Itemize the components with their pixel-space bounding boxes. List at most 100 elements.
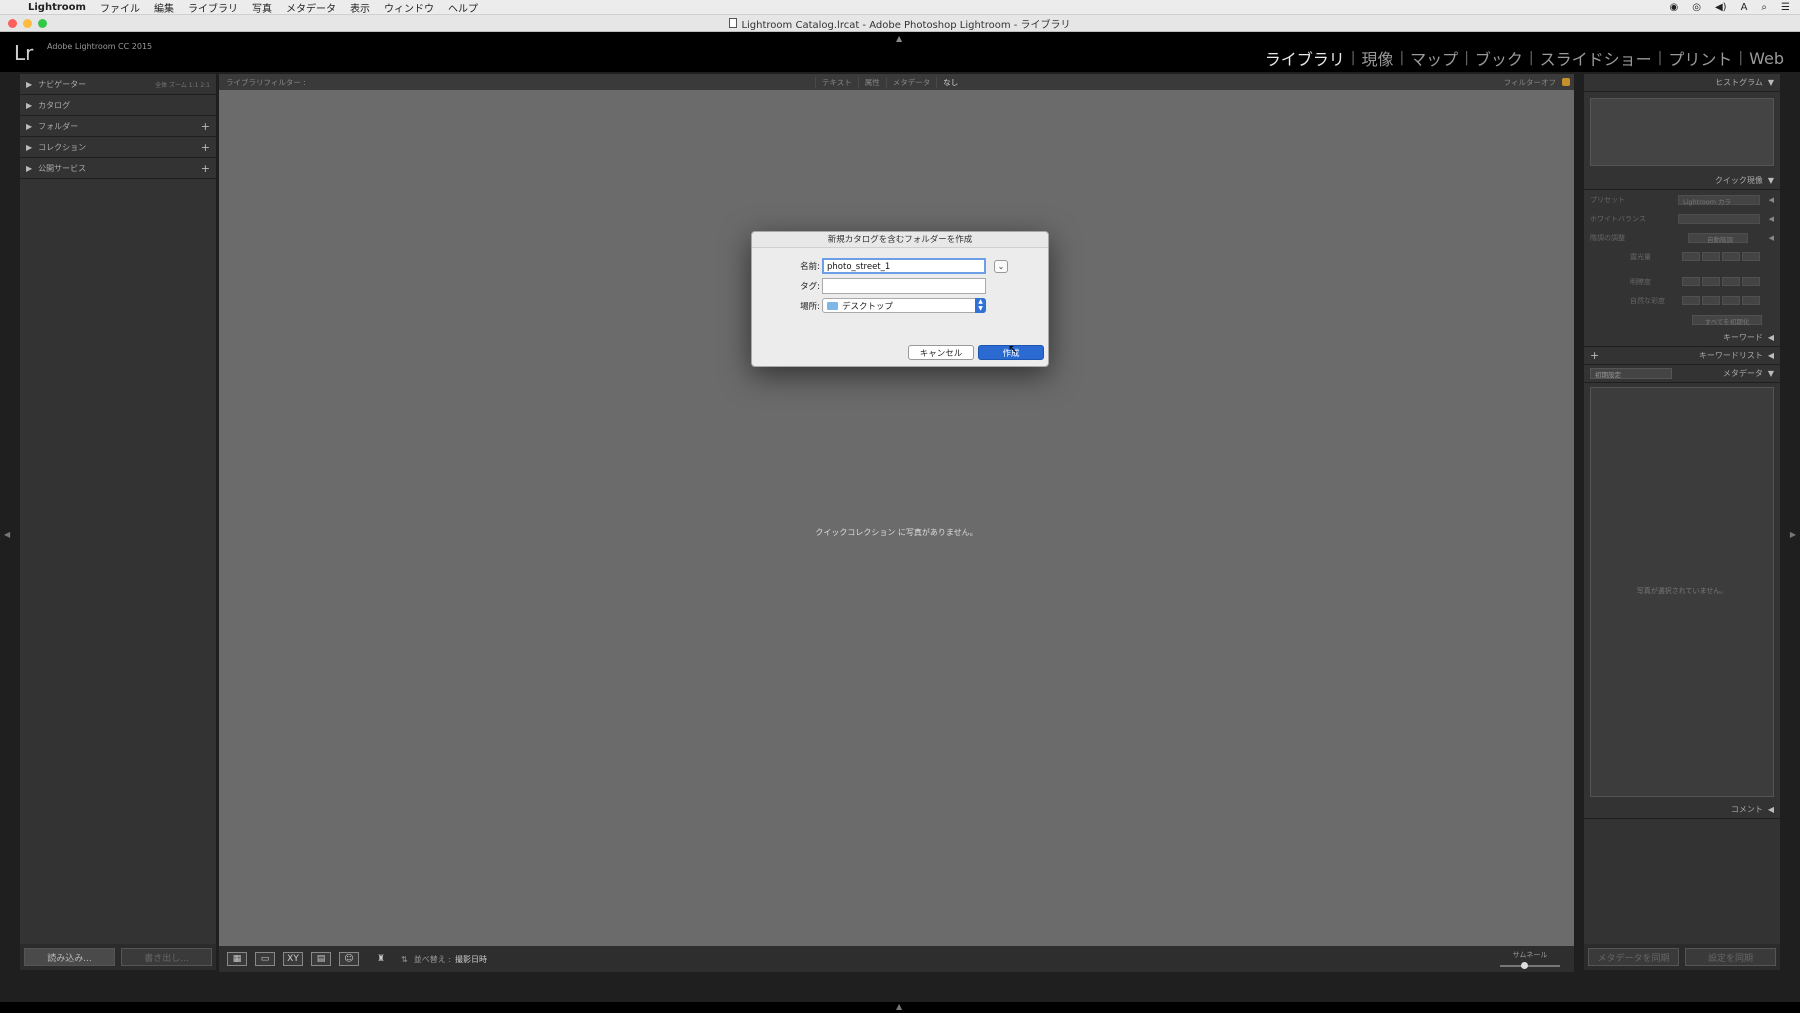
lock-icon[interactable] <box>1562 78 1570 86</box>
vibrance-dec[interactable] <box>1702 296 1720 305</box>
filter-options: テキスト 属性 メタデータ なし <box>815 76 964 88</box>
filter-text[interactable]: テキスト <box>815 76 858 88</box>
panel-keyword-list-header[interactable]: + キーワードリスト ◀ <box>1584 347 1780 365</box>
reset-all-button[interactable]: すべてを初期化 <box>1692 314 1762 326</box>
histogram-display <box>1590 98 1774 166</box>
creative-cloud-icon[interactable]: ◎ <box>1692 2 1701 13</box>
preset-dropdown[interactable]: Lightroom カラ <box>1678 194 1760 206</box>
expand-triangle-icon[interactable]: ◀ <box>1769 196 1774 204</box>
menu-library[interactable]: ライブラリ <box>188 0 238 15</box>
sort-direction-icon[interactable]: ⇅ <box>401 955 408 964</box>
menu-photo[interactable]: 写真 <box>252 0 272 15</box>
exposure-dec[interactable] <box>1702 252 1720 261</box>
expand-triangle-icon[interactable]: ◀ <box>1769 234 1774 242</box>
slider-knob[interactable] <box>1520 962 1528 969</box>
clarity-inc[interactable] <box>1722 277 1740 286</box>
close-window-button[interactable] <box>8 19 17 28</box>
exposure-inc[interactable] <box>1722 252 1740 261</box>
add-keyword-icon[interactable]: + <box>1590 349 1599 362</box>
panel-collections[interactable]: ▶ コレクション + <box>20 137 216 158</box>
input-source-icon[interactable]: A <box>1741 2 1748 13</box>
exposure-inc-large[interactable] <box>1742 252 1760 261</box>
expand-triangle-icon: ▶ <box>26 121 33 131</box>
compare-view-icon[interactable]: XY <box>283 952 303 966</box>
exposure-dec-large[interactable] <box>1682 252 1700 261</box>
export-button[interactable]: 書き出し... <box>121 948 212 966</box>
panel-comments-header[interactable]: コメント ◀ <box>1584 801 1780 819</box>
menu-edit[interactable]: 編集 <box>154 0 174 15</box>
spotlight-icon[interactable]: ⌕ <box>1761 2 1767 13</box>
new-catalog-dialog: 新規カタログを含むフォルダーを作成 名前: photo_street_1 ⌄ タ… <box>751 231 1049 367</box>
expand-triangle-icon: ◀ <box>1767 805 1774 814</box>
right-panel: ヒストグラム ▼ クイック現像 ▼ プリセット Lightroom カラ ◀ ホ… <box>1584 74 1780 970</box>
add-folder-icon[interactable]: + <box>201 120 210 133</box>
menu-window[interactable]: ウィンドウ <box>384 0 434 15</box>
panel-publish-services[interactable]: ▶ 公開サービス + <box>20 158 216 179</box>
sync-metadata-button[interactable]: メタデータを同期 <box>1588 948 1679 966</box>
clarity-dec[interactable] <box>1702 277 1720 286</box>
lightroom-logo: Lr <box>14 41 34 65</box>
expand-triangle-icon[interactable]: ◀ <box>1769 215 1774 223</box>
grid-view-icon[interactable]: ▦ <box>227 952 247 966</box>
menu-file[interactable]: ファイル <box>100 0 140 15</box>
filter-none[interactable]: なし <box>936 76 964 88</box>
loupe-view-icon[interactable]: ▭ <box>255 952 275 966</box>
clarity-inc-large[interactable] <box>1742 277 1760 286</box>
filter-metadata[interactable]: メタデータ <box>885 76 937 88</box>
no-photo-selected-message: 写真が選択されていません。 <box>1636 587 1728 595</box>
menu-help[interactable]: ヘルプ <box>448 0 478 15</box>
vibrance-inc[interactable] <box>1722 296 1740 305</box>
menu-view[interactable]: 表示 <box>350 0 370 15</box>
white-balance-dropdown[interactable] <box>1678 213 1760 224</box>
clarity-dec-large[interactable] <box>1682 277 1700 286</box>
module-slideshow[interactable]: スライドショー <box>1534 46 1658 70</box>
panel-label: コレクション <box>38 142 87 152</box>
menu-lightroom[interactable]: Lightroom <box>28 2 86 13</box>
vibrance-inc-large[interactable] <box>1742 296 1760 305</box>
expand-filmstrip-icon[interactable]: ▲ <box>896 1002 902 1011</box>
panel-folders[interactable]: ▶ フォルダー + <box>20 116 216 137</box>
auto-tone-button[interactable]: 自動階調 <box>1688 232 1748 244</box>
collapse-top-panel-icon[interactable]: ▲ <box>896 34 902 43</box>
panel-catalog[interactable]: ▶ カタログ <box>20 95 216 116</box>
module-book[interactable]: ブック <box>1469 46 1529 70</box>
collapse-left-panel-icon[interactable]: ◀ <box>4 530 10 539</box>
sync-settings-button[interactable]: 設定を同期 <box>1685 948 1776 966</box>
people-view-icon[interactable]: ☺ <box>339 952 359 966</box>
module-map[interactable]: マップ <box>1404 46 1464 70</box>
module-web[interactable]: Web <box>1743 49 1790 68</box>
panel-keywording-header[interactable]: キーワード ◀ <box>1584 329 1780 347</box>
menu-metadata[interactable]: メタデータ <box>286 0 336 15</box>
import-button[interactable]: 読み込み... <box>24 948 115 966</box>
collapse-right-panel-icon[interactable]: ▶ <box>1790 530 1796 539</box>
volume-icon[interactable]: ◀) <box>1715 2 1727 13</box>
panel-histogram-header[interactable]: ヒストグラム ▼ <box>1584 74 1780 92</box>
filter-attribute[interactable]: 属性 <box>857 76 886 88</box>
panel-navigator[interactable]: ▶ ナビゲーター 全体 ズーム 1:1 2:1 <box>20 74 216 95</box>
location-select[interactable]: デスクトップ ▲ ▼ <box>822 298 986 313</box>
collapse-triangle-icon: ▼ <box>1767 176 1774 185</box>
filter-off-dropdown[interactable]: フィルターオフ <box>1504 77 1556 88</box>
survey-view-icon[interactable]: ▤ <box>311 952 331 966</box>
module-print[interactable]: プリント <box>1662 46 1738 70</box>
module-library[interactable]: ライブラリ <box>1259 46 1351 70</box>
expand-dialog-button[interactable]: ⌄ <box>994 259 1008 273</box>
panel-quick-develop-header[interactable]: クイック現像 ▼ <box>1584 172 1780 190</box>
add-publish-service-icon[interactable]: + <box>201 162 210 175</box>
spray-can-icon[interactable]: ♜ <box>375 952 387 966</box>
record-icon[interactable]: ◉ <box>1670 2 1679 13</box>
cancel-button[interactable]: キャンセル <box>908 345 974 360</box>
navigator-zoom-options[interactable]: 全体 ズーム 1:1 2:1 <box>155 80 210 89</box>
module-develop[interactable]: 現像 <box>1355 46 1399 70</box>
name-input[interactable]: photo_street_1 <box>822 258 986 274</box>
metadata-preset-dropdown[interactable]: 初期設定 <box>1590 368 1672 379</box>
minimize-window-button[interactable] <box>23 19 32 28</box>
maximize-window-button[interactable] <box>38 19 47 28</box>
thumbnail-size-slider[interactable] <box>1500 962 1560 969</box>
vibrance-dec-large[interactable] <box>1682 296 1700 305</box>
notification-center-icon[interactable]: ☰ <box>1781 2 1790 13</box>
sort-criteria-dropdown[interactable]: 撮影日時 <box>455 954 487 965</box>
tags-input[interactable] <box>822 278 986 294</box>
add-collection-icon[interactable]: + <box>201 141 210 154</box>
panel-metadata-header[interactable]: 初期設定 メタデータ ▼ <box>1584 365 1780 383</box>
